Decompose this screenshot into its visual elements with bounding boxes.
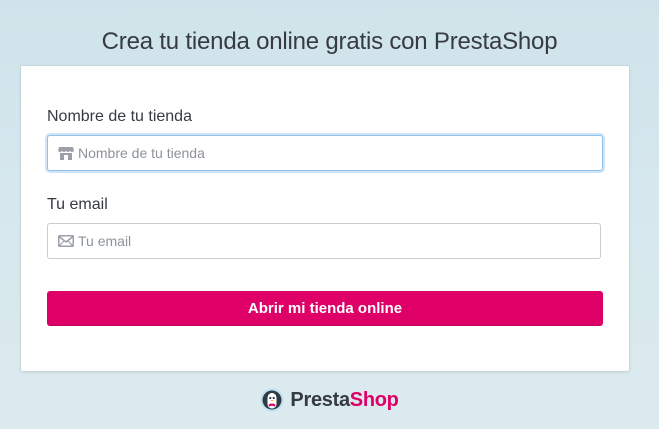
store-name-label: Nombre de tu tienda xyxy=(47,108,192,125)
prestashop-wordmark: PrestaShop xyxy=(290,389,398,412)
email-input[interactable] xyxy=(78,224,578,258)
envelope-icon xyxy=(58,235,74,247)
logo-text-presta: Presta xyxy=(290,388,350,411)
open-store-button[interactable]: Abrir mi tienda online xyxy=(47,291,603,326)
store-name-field[interactable] xyxy=(47,135,603,171)
page-title: Crea tu tienda online gratis con PrestaS… xyxy=(101,28,558,56)
email-field[interactable] xyxy=(47,223,601,259)
signup-form-card: Nombre de tu tienda Tu email Abrir mi ti… xyxy=(21,66,629,371)
logo-text-shop: Shop xyxy=(349,388,399,411)
prestashop-penguin-icon xyxy=(260,388,284,412)
store-name-input[interactable] xyxy=(78,136,578,170)
email-label: Tu email xyxy=(47,196,108,213)
store-icon xyxy=(58,147,74,160)
prestashop-logo[interactable]: PrestaShop xyxy=(0,385,659,415)
